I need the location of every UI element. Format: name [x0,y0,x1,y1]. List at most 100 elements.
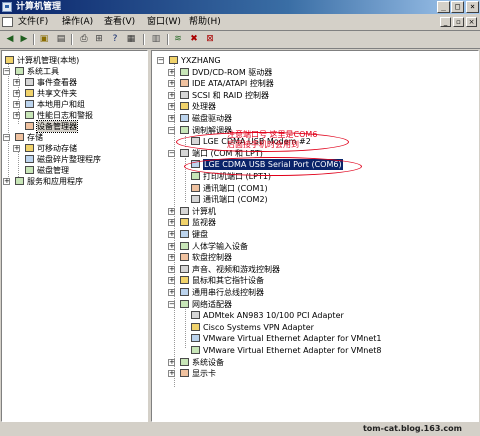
tree-item[interactable]: −计算机管理(本地) [2,55,147,66]
collapse-icon[interactable]: − [157,57,164,64]
expand-icon[interactable]: + [168,254,175,262]
expand-icon[interactable]: + [168,358,175,366]
device-icon [180,102,189,111]
expand-icon[interactable]: + [168,277,175,285]
tree-item[interactable]: Cisco Systems VPN Adapter [152,322,478,333]
properties-icon[interactable]: ▤ [54,33,68,46]
tree-item[interactable]: + 本地用户和组 [2,99,147,110]
disable-icon[interactable]: ✖ [187,33,201,46]
expand-icon[interactable]: + [168,219,175,227]
tree-item[interactable]: 磁盘管理 [2,165,147,176]
tree-item[interactable]: + 磁盘驱动器 [152,113,478,124]
tree-item[interactable]: + IDE ATA/ATAPI 控制器 [152,78,478,89]
device-tree-pane[interactable]: − YXZHANG + DVD/CD-ROM 驱动器 + IDE ATA/ATAPI 控制… [151,50,479,422]
tree-item-label: 监视器 [192,218,216,228]
help-icon[interactable]: ? [108,33,122,46]
expand-icon[interactable]: + [168,207,175,215]
expand-icon[interactable]: + [168,265,175,273]
tree-item[interactable]: + 监视器 [152,217,478,228]
tree-item[interactable]: VMware Virtual Ethernet Adapter for VMne… [152,345,478,356]
tree-item[interactable]: 通讯端口 (COM2) [152,194,478,205]
device-icon [25,144,34,152]
tree-item-label: 系统工具 [27,67,59,76]
menu-file[interactable]: 文件(F) [18,16,48,28]
tree-item[interactable]: + 处理器 [152,101,478,112]
menu-action[interactable]: 操作(A) [62,16,93,28]
expand-icon[interactable]: + [13,145,20,152]
menu-help[interactable]: 帮助(H) [189,16,221,28]
tree-item[interactable]: 设备管理器 [2,120,147,133]
device-icon [180,288,189,296]
expand-icon[interactable]: + [3,178,10,185]
tree-item[interactable]: − 网络适配器 [152,299,478,310]
tree-item[interactable]: + 事件查看器 [2,77,147,88]
tree-item[interactable]: + SCSI 和 RAID 控制器 [152,90,478,101]
tree-item-label: 网络适配器 [192,299,232,309]
console-tree-pane[interactable]: −计算机管理(本地) − 系统工具+事件查看器+共享文件夹+本地用户和组+性能日志和… [1,50,148,422]
mdi-close-button[interactable]: × [466,17,477,27]
tree-item[interactable]: 磁盘碎片整理程序 [2,154,147,165]
forward-icon[interactable]: ▶ [17,33,31,46]
tree-item[interactable]: + 软盘控制器 [152,252,478,263]
expand-icon[interactable]: + [13,112,20,119]
mdi-system-icon[interactable] [2,17,13,27]
mdi-minimize-button[interactable]: _ [440,17,451,27]
tree-item[interactable]: − YXZHANG [152,55,478,66]
collapse-icon[interactable]: − [3,134,10,141]
tree-item[interactable]: ADMtek AN983 10/100 PCI Adapter [152,310,478,321]
computer-management-window: 计算机管理 _ □ × 文件(F) 操作(A) 查看(V) 窗口(W) 帮助(H… [0,0,480,436]
display-icon[interactable]: ▥ [149,33,163,46]
minimize-button[interactable]: _ [437,1,450,13]
expand-icon[interactable]: + [13,90,20,97]
up-icon[interactable]: ▣ [37,33,51,46]
expand-icon[interactable]: + [168,289,175,296]
tree-item[interactable]: + 服务和应用程序 [2,176,147,187]
tree-item[interactable]: + 键盘 [152,229,478,240]
tree-item[interactable]: + 可移动存储 [2,143,147,154]
refresh-icon[interactable]: ⊞ [92,33,106,46]
menu-window[interactable]: 窗口(W) [147,16,181,28]
tree-item[interactable]: − 存储 [2,132,147,143]
collapse-icon[interactable]: − [3,68,10,75]
expand-icon[interactable]: + [168,103,175,111]
expand-icon[interactable]: + [168,68,175,76]
tree-item[interactable]: + 显示卡 [152,368,478,379]
scan-icon[interactable]: ≋ [171,33,185,46]
expand-icon[interactable]: + [13,101,20,108]
tree-item[interactable]: + 人体学输入设备 [152,241,478,252]
tree-item[interactable]: + 通用串行总线控制器 [152,287,478,298]
tree-item-label: 通讯端口 (COM2) [203,195,268,205]
tree-item[interactable]: + DVD/CD-ROM 驱动器 [152,67,478,78]
collapse-icon[interactable]: − [168,300,175,308]
serial-port-highlight-ellipse [184,157,362,176]
uninstall-icon[interactable]: ⊠ [203,33,217,46]
tree-item[interactable]: + 共享文件夹 [2,88,147,99]
tree-item[interactable]: VMware Virtual Ethernet Adapter for VMne… [152,333,478,344]
collapse-icon[interactable]: − [168,149,175,157]
expand-icon[interactable]: + [168,91,175,99]
print-icon[interactable]: ⎙ [77,33,91,46]
title-bar[interactable]: 计算机管理 _ □ × [0,0,480,14]
expand-icon[interactable]: + [168,370,175,378]
expand-icon[interactable]: + [13,79,20,86]
tree-item[interactable]: + 性能日志和警报 [2,110,147,121]
tree-item[interactable]: + 计算机 [152,206,478,217]
tree-item[interactable]: − 系统工具 [2,66,147,77]
maximize-button[interactable]: □ [451,1,464,13]
tree-item[interactable]: 通讯端口 (COM1) [152,183,478,194]
close-button[interactable]: × [466,1,479,13]
collapse-icon[interactable]: − [168,126,175,134]
tree-item-label: 显示卡 [192,369,216,379]
expand-icon[interactable]: + [168,115,175,122]
tree-item[interactable]: + 系统设备 [152,357,478,368]
device-icon [25,155,34,163]
console-icon[interactable]: ▦ [124,33,138,46]
menu-view[interactable]: 查看(V) [104,16,135,28]
expand-icon[interactable]: + [168,80,175,88]
mdi-restore-button[interactable]: ▫ [453,17,464,27]
back-icon[interactable]: ◀ [3,33,17,46]
tree-item[interactable]: + 鼠标和其它指针设备 [152,275,478,286]
expand-icon[interactable]: + [168,231,175,238]
expand-icon[interactable]: + [168,242,175,250]
tree-item[interactable]: + 声音、视频和游戏控制器 [152,264,478,275]
